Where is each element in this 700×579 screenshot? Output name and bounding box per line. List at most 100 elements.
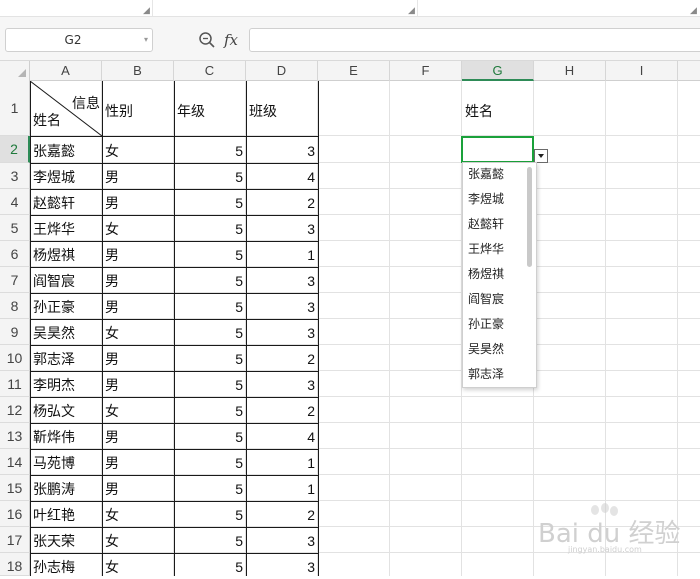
group-expand-icon[interactable]: ◢: [690, 7, 697, 16]
cell-gender[interactable]: 女: [105, 505, 119, 525]
cell-grade[interactable]: 5: [176, 273, 243, 289]
dropdown-option[interactable]: 郭志泽: [468, 362, 504, 387]
cell-gender[interactable]: 女: [105, 557, 119, 577]
cell-class[interactable]: 3: [248, 221, 315, 237]
row-header-7[interactable]: 7: [0, 267, 30, 293]
column-header-h[interactable]: H: [534, 61, 606, 81]
cell-class[interactable]: 4: [248, 169, 315, 185]
cell-name[interactable]: 王烨华: [33, 219, 75, 239]
row-header-18[interactable]: 18: [0, 553, 30, 576]
cell-grade[interactable]: 5: [176, 247, 243, 263]
cell-grade[interactable]: 5: [176, 169, 243, 185]
zoom-magnifier-icon[interactable]: [198, 31, 216, 49]
active-cell-g2[interactable]: [461, 136, 534, 163]
row-header-4[interactable]: 4: [0, 189, 30, 215]
chevron-down-icon[interactable]: ▾: [141, 34, 151, 46]
cell-gender[interactable]: 男: [105, 193, 119, 213]
cell-class[interactable]: 1: [248, 481, 315, 497]
cell-gender[interactable]: 男: [105, 245, 119, 265]
cell-gender[interactable]: 女: [105, 323, 119, 343]
cell-grade[interactable]: 5: [176, 377, 243, 393]
dropdown-option[interactable]: 杨煜祺: [468, 262, 504, 287]
column-header-g[interactable]: G: [462, 61, 534, 81]
group-expand-icon[interactable]: ◢: [408, 7, 415, 16]
cell-class[interactable]: 2: [248, 351, 315, 367]
cell-class[interactable]: 4: [248, 429, 315, 445]
column-header-c[interactable]: C: [174, 61, 246, 81]
cell-grade[interactable]: 5: [176, 143, 243, 159]
cell-grade[interactable]: 5: [176, 403, 243, 419]
cell-class[interactable]: 3: [248, 273, 315, 289]
cell-grade[interactable]: 5: [176, 429, 243, 445]
cell-gender[interactable]: 女: [105, 531, 119, 551]
cell-class[interactable]: 3: [248, 559, 315, 575]
cell-name[interactable]: 赵懿轩: [33, 193, 75, 213]
cell-gender[interactable]: 男: [105, 427, 119, 447]
dropdown-option[interactable]: 吴昊然: [468, 337, 504, 362]
formula-input[interactable]: [249, 28, 700, 52]
cell-grade[interactable]: 5: [176, 221, 243, 237]
cell-class[interactable]: 2: [248, 195, 315, 211]
cell-gender[interactable]: 男: [105, 375, 119, 395]
dropdown-option[interactable]: 赵懿轩: [468, 212, 504, 237]
cell-grade[interactable]: 5: [176, 299, 243, 315]
cell-class[interactable]: 3: [248, 377, 315, 393]
row-header-17[interactable]: 17: [0, 527, 30, 553]
cell-name[interactable]: 张鹏涛: [33, 479, 75, 499]
row-header-6[interactable]: 6: [0, 241, 30, 267]
cell-class[interactable]: 2: [248, 507, 315, 523]
cell-grade[interactable]: 5: [176, 195, 243, 211]
dropdown-option[interactable]: 王烨华: [468, 237, 504, 262]
cell-name[interactable]: 孙正豪: [33, 297, 75, 317]
row-header-3[interactable]: 3: [0, 163, 30, 189]
row-header-9[interactable]: 9: [0, 319, 30, 345]
cell-gender[interactable]: 男: [105, 297, 119, 317]
cell-grade[interactable]: 5: [176, 455, 243, 471]
column-header-d[interactable]: D: [246, 61, 318, 81]
column-header-f[interactable]: F: [390, 61, 462, 81]
cell-gender[interactable]: 女: [105, 141, 119, 161]
function-icon[interactable]: fx: [224, 30, 244, 50]
dropdown-option[interactable]: 孙正豪: [468, 312, 504, 337]
cell-name[interactable]: 阎智宸: [33, 271, 75, 291]
cell-class[interactable]: 3: [248, 325, 315, 341]
cell-name[interactable]: 杨弘文: [33, 401, 75, 421]
cell-name[interactable]: 张天荣: [33, 531, 75, 551]
column-header-a[interactable]: A: [30, 61, 102, 81]
row-header-12[interactable]: 12: [0, 397, 30, 423]
row-header-2[interactable]: 2: [0, 136, 30, 163]
cell-class[interactable]: 3: [248, 143, 315, 159]
cell-gender[interactable]: 男: [105, 167, 119, 187]
cell-grade[interactable]: 5: [176, 351, 243, 367]
row-header-13[interactable]: 13: [0, 423, 30, 449]
cell-grade[interactable]: 5: [176, 559, 243, 575]
column-header-e[interactable]: E: [318, 61, 390, 81]
row-header-11[interactable]: 11: [0, 371, 30, 397]
cell-class[interactable]: 1: [248, 247, 315, 263]
cell-class[interactable]: 2: [248, 403, 315, 419]
row-header-14[interactable]: 14: [0, 449, 30, 475]
cell-name[interactable]: 马苑博: [33, 453, 75, 473]
cell-name[interactable]: 杨煜祺: [33, 245, 75, 265]
dropdown-option[interactable]: 阎智宸: [468, 287, 504, 312]
cell-name[interactable]: 李明杰: [33, 375, 75, 395]
row-header-1[interactable]: 1: [0, 81, 30, 136]
cell-grade[interactable]: 5: [176, 481, 243, 497]
cell-gender[interactable]: 男: [105, 453, 119, 473]
cell-name[interactable]: 孙志梅: [33, 557, 75, 577]
cell-grade[interactable]: 5: [176, 533, 243, 549]
cell-name[interactable]: 叶红艳: [33, 505, 75, 525]
column-header-i[interactable]: I: [606, 61, 678, 81]
dropdown-option[interactable]: 张嘉懿: [468, 162, 504, 187]
cell-grade[interactable]: 5: [176, 507, 243, 523]
cell-class[interactable]: 1: [248, 455, 315, 471]
row-header-8[interactable]: 8: [0, 293, 30, 319]
dropdown-scrollbar[interactable]: [527, 167, 532, 267]
cell-name[interactable]: 李煜城: [33, 167, 75, 187]
cell-gender[interactable]: 男: [105, 479, 119, 499]
cell-gender[interactable]: 男: [105, 349, 119, 369]
cell-name[interactable]: 郭志泽: [33, 349, 75, 369]
cell-gender[interactable]: 男: [105, 271, 119, 291]
cell-name[interactable]: 张嘉懿: [33, 141, 75, 161]
row-header-5[interactable]: 5: [0, 215, 30, 241]
